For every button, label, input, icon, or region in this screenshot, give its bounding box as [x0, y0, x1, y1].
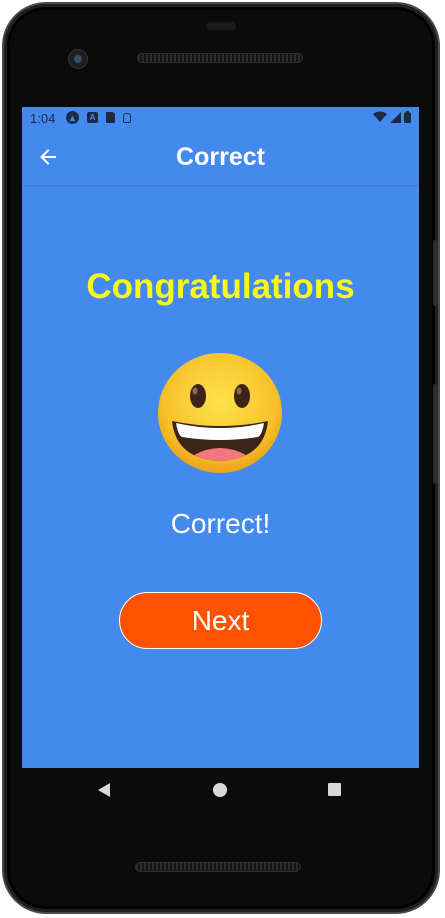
congratulations-heading: Congratulations — [86, 267, 355, 306]
grinning-face-icon — [154, 351, 286, 475]
status-system-icons — [373, 111, 411, 123]
app-bar: Correct — [22, 129, 419, 186]
status-bar: 1:04 ▲ A — [22, 107, 419, 129]
notification-outline-icon — [123, 112, 131, 123]
system-navigation-bar — [22, 768, 419, 814]
power-button — [433, 384, 438, 484]
top-speaker-grille — [137, 53, 303, 63]
front-camera — [68, 49, 88, 69]
a-icon: A — [87, 112, 98, 123]
next-button[interactable]: Next — [119, 592, 322, 649]
nav-back-icon[interactable] — [98, 783, 110, 797]
bottom-speaker-grille — [135, 862, 301, 872]
nav-recents-icon[interactable] — [328, 783, 341, 796]
sd-card-icon — [106, 112, 115, 123]
page-title: Correct — [176, 143, 265, 171]
result-message: Correct! — [170, 508, 271, 539]
android-studio-icon: ▲ — [66, 111, 79, 124]
earpiece-slot — [206, 22, 236, 30]
wifi-icon — [373, 111, 387, 122]
battery-icon — [404, 111, 411, 123]
app-screen: 1:04 ▲ A Correct Congratulations Correct… — [22, 107, 419, 768]
volume-button — [433, 240, 438, 306]
cellular-signal-icon — [390, 111, 401, 123]
status-time: 1:04 — [30, 111, 56, 126]
nav-home-icon[interactable] — [213, 783, 227, 797]
status-notification-icons: ▲ A — [66, 111, 131, 124]
